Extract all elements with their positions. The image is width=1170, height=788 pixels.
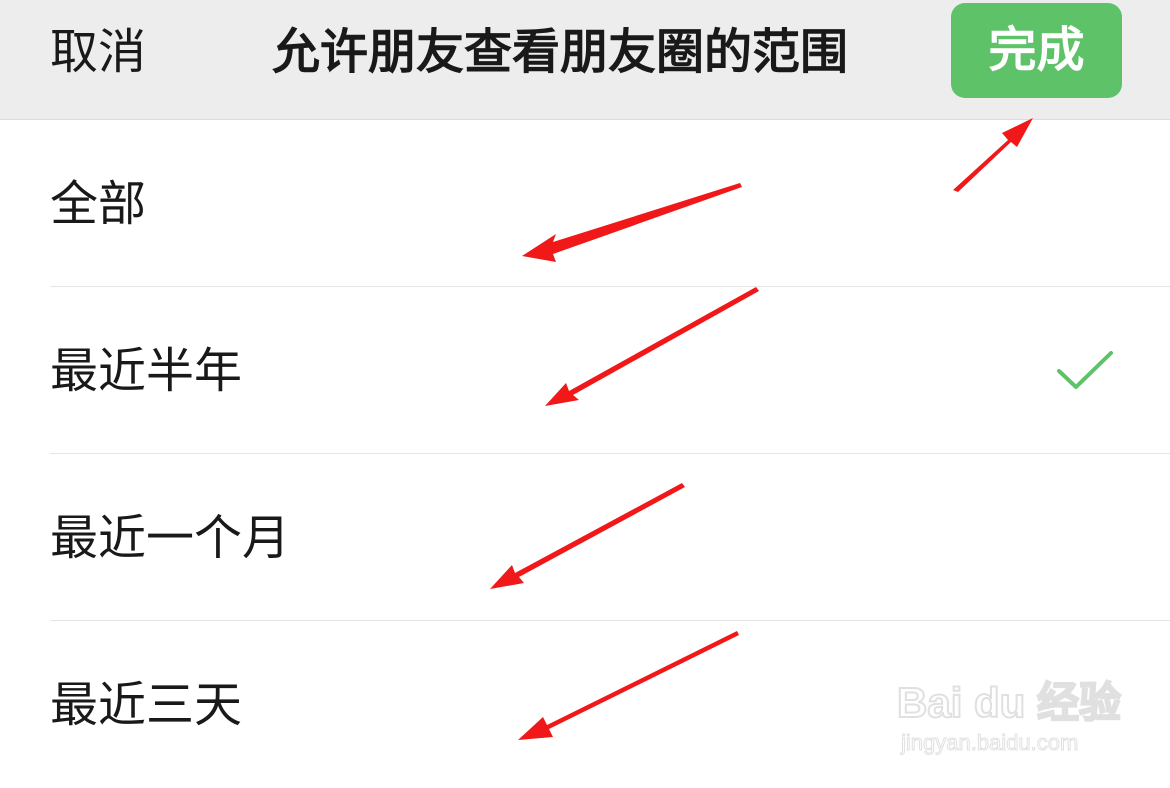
done-button[interactable]: 完成 <box>951 3 1122 98</box>
checkmark-icon <box>1057 351 1113 389</box>
watermark-logo-text: Bai du 经验 <box>896 678 1122 727</box>
option-last-six-months[interactable]: 最近半年 <box>0 287 1170 454</box>
navigation-bar: 取消 允许朋友查看朋友圈的范围 完成 <box>0 0 1170 120</box>
option-all[interactable]: 全部 <box>0 120 1170 287</box>
watermark-url-text: jingyan.baidu.com <box>900 730 1079 756</box>
option-label: 最近三天 <box>50 677 243 733</box>
baidu-jingyan-watermark: Bai du 经验 jingyan.baidu.com <box>896 660 1127 770</box>
option-last-month[interactable]: 最近一个月 <box>0 454 1170 621</box>
option-label: 最近半年 <box>50 343 243 399</box>
option-label: 全部 <box>50 176 147 232</box>
cancel-button[interactable]: 取消 <box>50 24 146 80</box>
option-label: 最近一个月 <box>50 510 291 566</box>
page-title: 允许朋友查看朋友圈的范围 <box>272 24 849 80</box>
